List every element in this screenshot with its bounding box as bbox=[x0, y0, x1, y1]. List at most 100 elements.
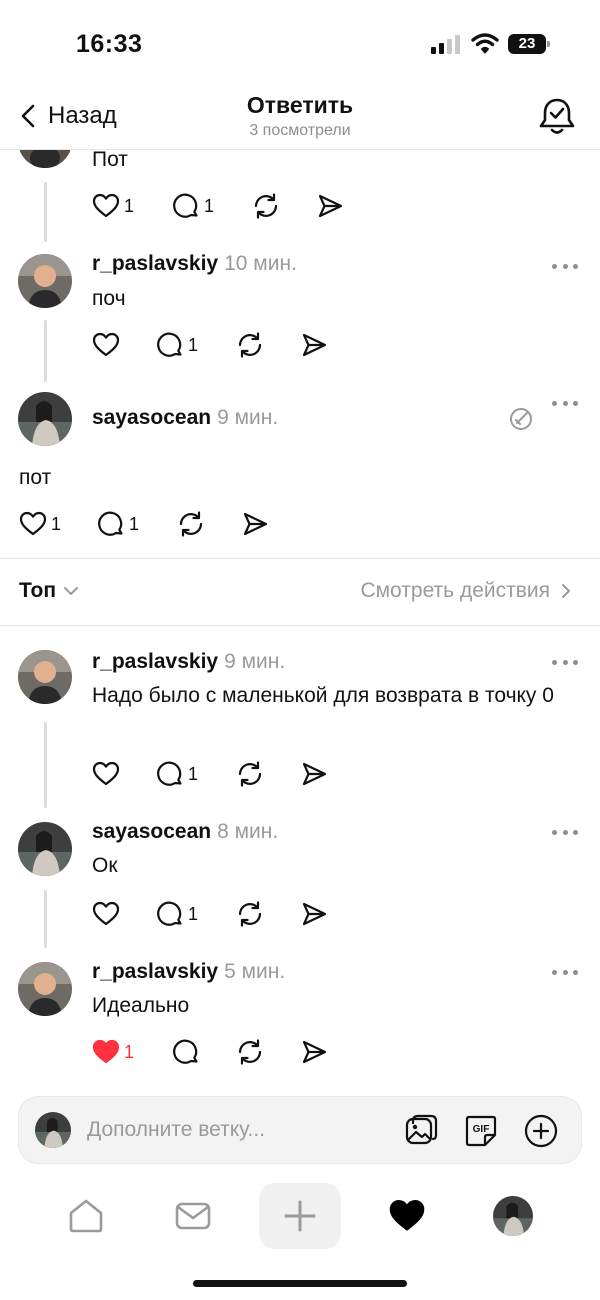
reply-button[interactable]: 1 bbox=[97, 510, 177, 538]
share-button[interactable] bbox=[300, 1038, 340, 1066]
repost-button[interactable] bbox=[236, 1038, 300, 1066]
gallery-icon bbox=[405, 1114, 438, 1145]
share-button[interactable] bbox=[300, 331, 340, 359]
view-activity-link[interactable]: Смотреть действия bbox=[360, 579, 572, 603]
avatar[interactable] bbox=[18, 822, 72, 876]
notification-bell-icon[interactable] bbox=[538, 96, 576, 136]
comment-icon bbox=[173, 193, 198, 218]
like-button[interactable]: 1 bbox=[92, 1038, 172, 1066]
gif-button[interactable]: GIF bbox=[463, 1113, 499, 1149]
post-username[interactable]: sayasocean bbox=[92, 406, 211, 429]
post-time: 9 мин. bbox=[224, 650, 286, 673]
heart-icon bbox=[92, 332, 120, 357]
like-button[interactable]: 1 bbox=[19, 510, 97, 538]
more-options-button[interactable] bbox=[552, 967, 578, 977]
repost-button[interactable] bbox=[252, 192, 316, 220]
gif-icon: GIF bbox=[465, 1115, 497, 1147]
post-actions: 1 1 bbox=[92, 190, 356, 222]
like-button[interactable] bbox=[92, 331, 156, 359]
post-header: sayasocean 8 мин. bbox=[92, 820, 278, 844]
more-options-button[interactable] bbox=[552, 827, 578, 837]
post-time: 10 мин. bbox=[224, 252, 297, 275]
tab-home[interactable] bbox=[56, 1186, 116, 1246]
post-text: Ок bbox=[92, 854, 118, 877]
battery-icon: 23 bbox=[508, 34, 550, 54]
heart-icon bbox=[92, 761, 120, 786]
post-time: 5 мин. bbox=[224, 960, 286, 983]
battery-level: 23 bbox=[518, 35, 536, 52]
post-actions: 1 bbox=[92, 1036, 340, 1068]
reply-button[interactable]: 1 bbox=[156, 331, 236, 359]
post-time: 8 мин. bbox=[217, 820, 279, 843]
translate-icon[interactable] bbox=[508, 406, 534, 432]
post-text: поч bbox=[92, 287, 126, 310]
post-username[interactable]: r_paslavskiy bbox=[92, 650, 218, 673]
post-header: sayasocean 9 мин. bbox=[92, 406, 278, 430]
svg-text:GIF: GIF bbox=[473, 1124, 490, 1135]
tab-activity[interactable] bbox=[377, 1186, 437, 1246]
repost-button[interactable] bbox=[236, 331, 300, 359]
reply-button[interactable]: 1 bbox=[156, 760, 236, 788]
post-actions: 1 1 bbox=[19, 508, 281, 540]
post-header: r_paslavskiy 5 мин. bbox=[92, 960, 285, 984]
send-icon bbox=[302, 333, 327, 357]
thread-line bbox=[44, 890, 47, 948]
post-username[interactable]: sayasocean bbox=[92, 820, 211, 843]
share-button[interactable] bbox=[300, 900, 340, 928]
heart-filled-icon bbox=[92, 1039, 120, 1064]
post-text: Идеально bbox=[92, 994, 190, 1017]
reply-post: r_paslavskiy 9 мин. Надо было с маленькой… bbox=[0, 650, 600, 810]
post-actions: 1 bbox=[92, 758, 340, 790]
wifi-icon bbox=[471, 33, 499, 54]
repost-icon bbox=[254, 193, 278, 219]
repost-button[interactable] bbox=[236, 760, 300, 788]
tab-messages[interactable] bbox=[163, 1186, 223, 1246]
more-options-button[interactable] bbox=[552, 398, 578, 408]
replies-header: Топ Смотреть действия bbox=[0, 558, 600, 626]
heart-icon bbox=[92, 901, 120, 926]
avatar[interactable] bbox=[18, 254, 72, 308]
repost-button[interactable] bbox=[177, 510, 241, 538]
more-options-button[interactable] bbox=[552, 261, 578, 271]
add-button[interactable] bbox=[523, 1113, 559, 1149]
sort-dropdown[interactable]: Топ bbox=[19, 579, 80, 603]
share-button[interactable] bbox=[316, 192, 356, 220]
reply-button[interactable] bbox=[172, 1038, 236, 1066]
thread-post: Пот 1 1 bbox=[0, 150, 600, 242]
thread-line bbox=[44, 722, 47, 808]
reply-button[interactable]: 1 bbox=[156, 900, 236, 928]
reply-count: 1 bbox=[188, 903, 199, 924]
avatar[interactable] bbox=[18, 962, 72, 1016]
sort-label: Топ bbox=[19, 579, 57, 602]
repost-icon bbox=[238, 332, 262, 358]
like-button[interactable] bbox=[92, 760, 156, 788]
post-username[interactable]: r_paslavskiy bbox=[92, 252, 218, 275]
comment-icon bbox=[157, 901, 182, 926]
like-button[interactable] bbox=[92, 900, 156, 928]
thread-line bbox=[44, 182, 47, 242]
send-icon bbox=[318, 194, 343, 218]
heart-icon bbox=[19, 511, 47, 536]
reply-button[interactable]: 1 bbox=[172, 192, 252, 220]
tab-profile[interactable] bbox=[483, 1186, 543, 1246]
repost-icon bbox=[238, 901, 262, 927]
chevron-down-icon bbox=[64, 587, 79, 595]
profile-avatar bbox=[493, 1196, 533, 1236]
avatar[interactable] bbox=[18, 392, 72, 446]
share-button[interactable] bbox=[241, 510, 281, 538]
home-indicator[interactable] bbox=[193, 1280, 407, 1287]
like-button[interactable]: 1 bbox=[92, 192, 172, 220]
tab-create[interactable] bbox=[259, 1183, 341, 1249]
attach-media-button[interactable] bbox=[403, 1113, 439, 1149]
share-button[interactable] bbox=[300, 760, 340, 788]
post-username[interactable]: r_paslavskiy bbox=[92, 960, 218, 983]
avatar[interactable] bbox=[18, 650, 72, 704]
replies-feed[interactable]: r_paslavskiy 9 мин. Надо было с маленькой… bbox=[0, 640, 600, 1090]
reply-count: 1 bbox=[204, 195, 215, 216]
avatar[interactable] bbox=[18, 150, 72, 168]
more-options-button[interactable] bbox=[552, 657, 578, 667]
cellular-signal-icon bbox=[431, 35, 460, 54]
reply-input[interactable] bbox=[87, 1115, 327, 1145]
repost-button[interactable] bbox=[236, 900, 300, 928]
comment-icon bbox=[157, 761, 182, 786]
